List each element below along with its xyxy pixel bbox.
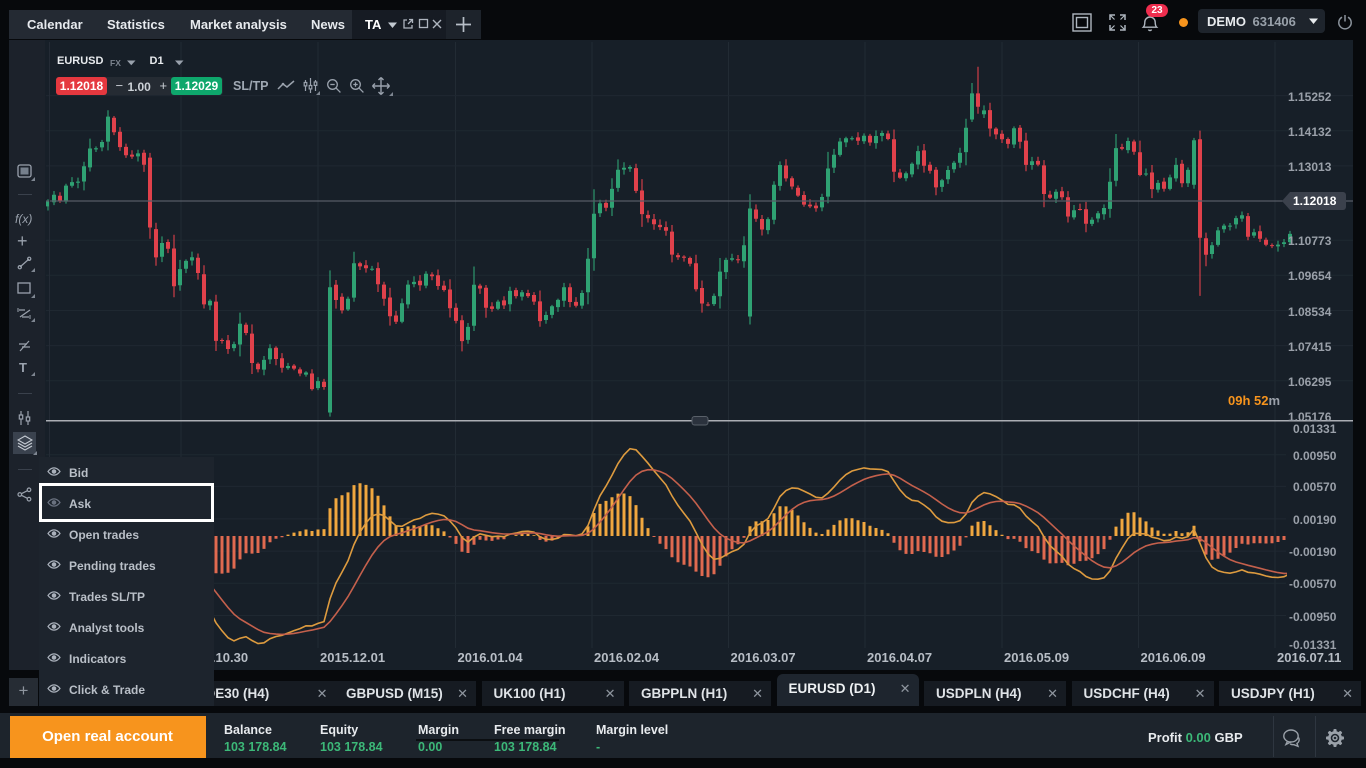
svg-text:1.12018: 1.12018 [1293, 194, 1337, 208]
